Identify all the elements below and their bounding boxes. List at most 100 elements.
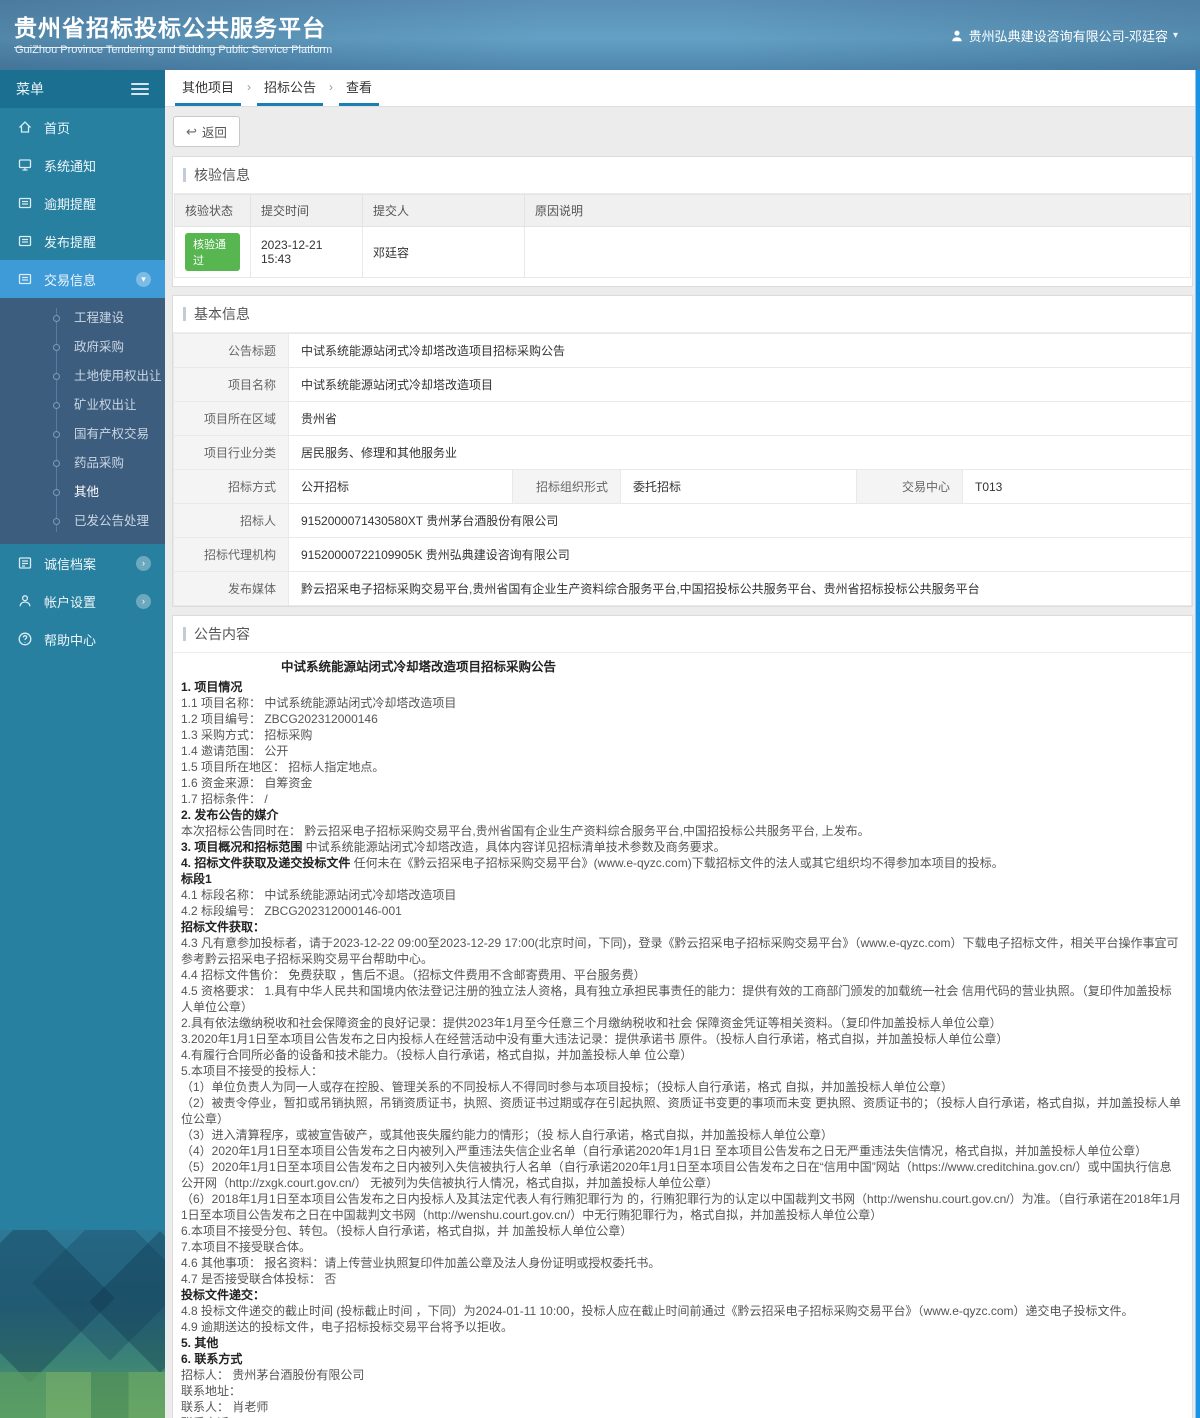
home-icon [17, 119, 33, 135]
field-value: 中试系统能源站闭式冷却塔改造项目 [288, 367, 1192, 402]
submenu-item[interactable]: 药品采购 [0, 449, 165, 478]
scrollbar-thumb[interactable] [1195, 70, 1200, 1418]
announcement-paragraph: 4.2 标段编号： ZBCG202312000146-001 [181, 904, 402, 918]
sidebar-item-label: 逾期提醒 [44, 196, 97, 212]
announcement-paragraph: 4.6 其他事项： 报名资料：请上传营业执照复印件加盖公章及法人身份证明或授权委… [181, 1256, 661, 1270]
sidebar-item-system-notice[interactable]: 系统通知 [0, 146, 165, 184]
sidebar-item-publish-reminder[interactable]: 发布提醒 [0, 222, 165, 260]
announcement-paragraph: 3.2020年1月1日至本项目公告发布之日内投标人在经营活动中没有重大违法记录：… [181, 1032, 1009, 1046]
hamburger-icon[interactable] [131, 80, 149, 98]
announcement-paragraph: 7.本项目不接受联合体。 [181, 1240, 312, 1254]
field-label: 招标人 [173, 503, 289, 538]
breadcrumb-separator: › [329, 79, 334, 94]
sidebar-item-help-center[interactable]: 帮助中心 [0, 620, 165, 658]
announcement-heading: 招标文件获取： [181, 920, 266, 934]
basic-info-section-header: 基本信息 [173, 296, 1192, 333]
field-label: 项目行业分类 [173, 435, 289, 470]
announcement-paragraph: 4.7 是否接受联合体投标： 否 [181, 1272, 337, 1286]
table-row: 核验通过 2023-12-21 15:43 邓廷容 [174, 226, 1191, 278]
status-badge: 核验通过 [185, 233, 240, 271]
announcement-paragraph: 4.3 凡有意参加投标者，请于2023-12-22 09:00至2023-12-… [181, 936, 1179, 966]
announcement-heading: 2. 发布公告的媒介 [181, 808, 279, 822]
user-icon [951, 30, 962, 41]
sidebar-item-home[interactable]: 首页 [0, 108, 165, 146]
announcement-section-header: 公告内容 [173, 616, 1192, 653]
sidebar-item-label: 帮助中心 [44, 632, 97, 648]
submenu-item[interactable]: 已发公告处理 [0, 507, 165, 536]
field-label: 交易中心 [856, 469, 963, 504]
submenu-item[interactable]: 土地使用权出让 [0, 362, 165, 391]
announcement-paragraph: 招标人： 贵州茅台酒股份有限公司 [181, 1368, 365, 1382]
breadcrumb-item[interactable]: 其他项目 [175, 70, 242, 106]
field-label: 招标组织形式 [512, 469, 621, 504]
submit-time: 2023-12-21 15:43 [250, 226, 363, 278]
submenu-item[interactable]: 政府采购 [0, 333, 165, 362]
back-button[interactable]: ↩ 返回 [173, 116, 240, 147]
archive-icon [17, 555, 33, 571]
announcement-paragraph: 1.1 项目名称： 中试系统能源站闭式冷却塔改造项目 [181, 696, 457, 710]
submenu-item[interactable]: 工程建设 [0, 304, 165, 333]
announcement-title: 中试系统能源站闭式冷却塔改造项目招标采购公告 [281, 660, 557, 674]
section-title: 公告内容 [194, 626, 250, 642]
menu-label: 菜单 [16, 81, 44, 97]
announcement-paragraph: 4. 招标文件获取及递交投标文件 任何未在《黔云招采电子招标采购交易平台》(ww… [181, 856, 1004, 870]
announcement-paragraph: （4）2020年1月1日至本项目公告发布之日内被列入严重违法失信企业名单（自行承… [181, 1144, 1148, 1158]
announcement-paragraph: 4.1 标段名称： 中试系统能源站闭式冷却塔改造项目 [181, 888, 457, 902]
col-submitter: 提交人 [362, 194, 525, 227]
user-menu[interactable]: 贵州弘典建设咨询有限公司-邓廷容 ▾ [950, 26, 1178, 45]
field-label: 公告标题 [173, 333, 289, 368]
field-value: 中试系统能源站闭式冷却塔改造项目招标采购公告 [288, 333, 1192, 368]
announcement-paragraph: （6）2018年1月1日至本项目公告发布之日内投标人及其法定代表人有行贿犯罪行为… [181, 1192, 1181, 1222]
folder-icon [17, 195, 33, 211]
chevron-right-icon: › [136, 593, 151, 609]
submenu-item[interactable]: 其他 [0, 478, 165, 507]
submenu-item[interactable]: 矿业权出让 [0, 391, 165, 420]
breadcrumb: 其他项目 › 招标公告 › 查看 [165, 70, 1200, 107]
verification-panel: 核验信息 核验状态 提交时间 提交人 原因说明 核验通过 2023-12-21 … [172, 156, 1193, 287]
announcement-heading: 投标文件递交： [181, 1288, 266, 1302]
announcement-paragraph: 2.具有依法缴纳税收和社会保障资金的良好记录：提供2023年1月至今任意三个月缴… [181, 1016, 1002, 1030]
submenu-item[interactable]: 国有产权交易 [0, 420, 165, 449]
sidebar-item-integrity-archive[interactable]: 诚信档案 › [0, 544, 165, 582]
sidebar-item-label: 首页 [44, 120, 71, 136]
submitter: 邓廷容 [362, 226, 525, 278]
section-bar-icon [183, 168, 186, 182]
sidebar-item-label: 系统通知 [44, 158, 97, 174]
field-value: 黔云招采电子招标采购交易平台,贵州省国有企业生产资料综合服务平台,中国招投标公共… [288, 571, 1192, 606]
breadcrumb-item[interactable]: 招标公告 [257, 70, 324, 106]
sidebar-item-account-settings[interactable]: 帐户设置 › [0, 582, 165, 620]
table-row: 项目所在区域 贵州省 [173, 401, 1192, 436]
col-time: 提交时间 [250, 194, 363, 227]
main-content: 其他项目 › 招标公告 › 查看 ↩ 返回 核验信息 核验状态 提交时间 提交人 原因说… [165, 70, 1200, 1418]
sidebar-item-overdue-reminder[interactable]: 逾期提醒 [0, 184, 165, 222]
announcement-heading: 1. 项目情况 [181, 680, 243, 694]
app-title: 贵州省招标投标公共服务平台 [14, 9, 326, 48]
announcement-panel: 公告内容 中试系统能源站闭式冷却塔改造项目招标采购公告 1. 项目情况 1.1 项目… [172, 615, 1193, 1418]
sidebar: 菜单 首页系统通知逾期提醒发布提醒 交易信息 ▾ 工程建设 政府采购 土地使用权出让… [0, 70, 165, 1418]
announcement-paragraph: 6.本项目不接受分包、转包。（投标人自行承诺，格式自拟，并 加盖投标人单位公章） [181, 1224, 633, 1238]
announcement-paragraph: 联系人： 肖老师 [181, 1400, 269, 1414]
basic-info-table: 公告标题 中试系统能源站闭式冷却塔改造项目招标采购公告 项目名称 中试系统能源站闭式冷… [173, 333, 1192, 606]
app-header: 贵州省招标投标公共服务平台 GuiZhou Province Tendering… [0, 0, 1200, 70]
announcement-heading: 标段1 [181, 872, 212, 886]
announcement-paragraph: 1.3 采购方式： 招标采购 [181, 728, 313, 742]
sidebar-item-trade-info[interactable]: 交易信息 ▾ [0, 260, 165, 298]
announcement-paragraph: 本次招标公告同时在： 黔云招采电子招标采购交易平台,贵州省国有企业生产资料综合服… [181, 824, 870, 838]
basic-info-rows: 公告标题 中试系统能源站闭式冷却塔改造项目招标采购公告 项目名称 中试系统能源站闭式冷… [173, 333, 1192, 606]
field-value: 9152000071430580XT 贵州茅台酒股份有限公司 [288, 503, 1192, 538]
table-row: 项目名称 中试系统能源站闭式冷却塔改造项目 [173, 367, 1192, 402]
breadcrumb-item[interactable]: 查看 [339, 70, 380, 106]
help-icon [17, 631, 33, 647]
sidebar-item-label: 诚信档案 [44, 556, 97, 572]
announcement-paragraph: （5）2020年1月1日至本项目公告发布之日内被列入失信被执行人名单（自行承诺2… [181, 1160, 1172, 1190]
announcement-paragraph: （3）进入清算程序，或被宣告破产，或其他丧失履约能力的情形；（投 标人自行承诺，… [181, 1128, 834, 1142]
announcement-paragraph: 4.9 逾期送达的投标文件，电子招标投标交易平台将予以拒收。 [181, 1320, 514, 1334]
folder-icon [17, 233, 33, 249]
announcement-heading: 5. 其他 [181, 1336, 219, 1350]
field-label: 发布媒体 [173, 571, 289, 606]
col-status: 核验状态 [174, 194, 251, 227]
col-reason: 原因说明 [524, 194, 1191, 227]
sidebar-item-label: 发布提醒 [44, 234, 97, 250]
announcement-heading: 6. 联系方式 [181, 1352, 243, 1366]
sidebar-bottom-items: 诚信档案 › 帐户设置 › 帮助中心 [0, 544, 165, 658]
